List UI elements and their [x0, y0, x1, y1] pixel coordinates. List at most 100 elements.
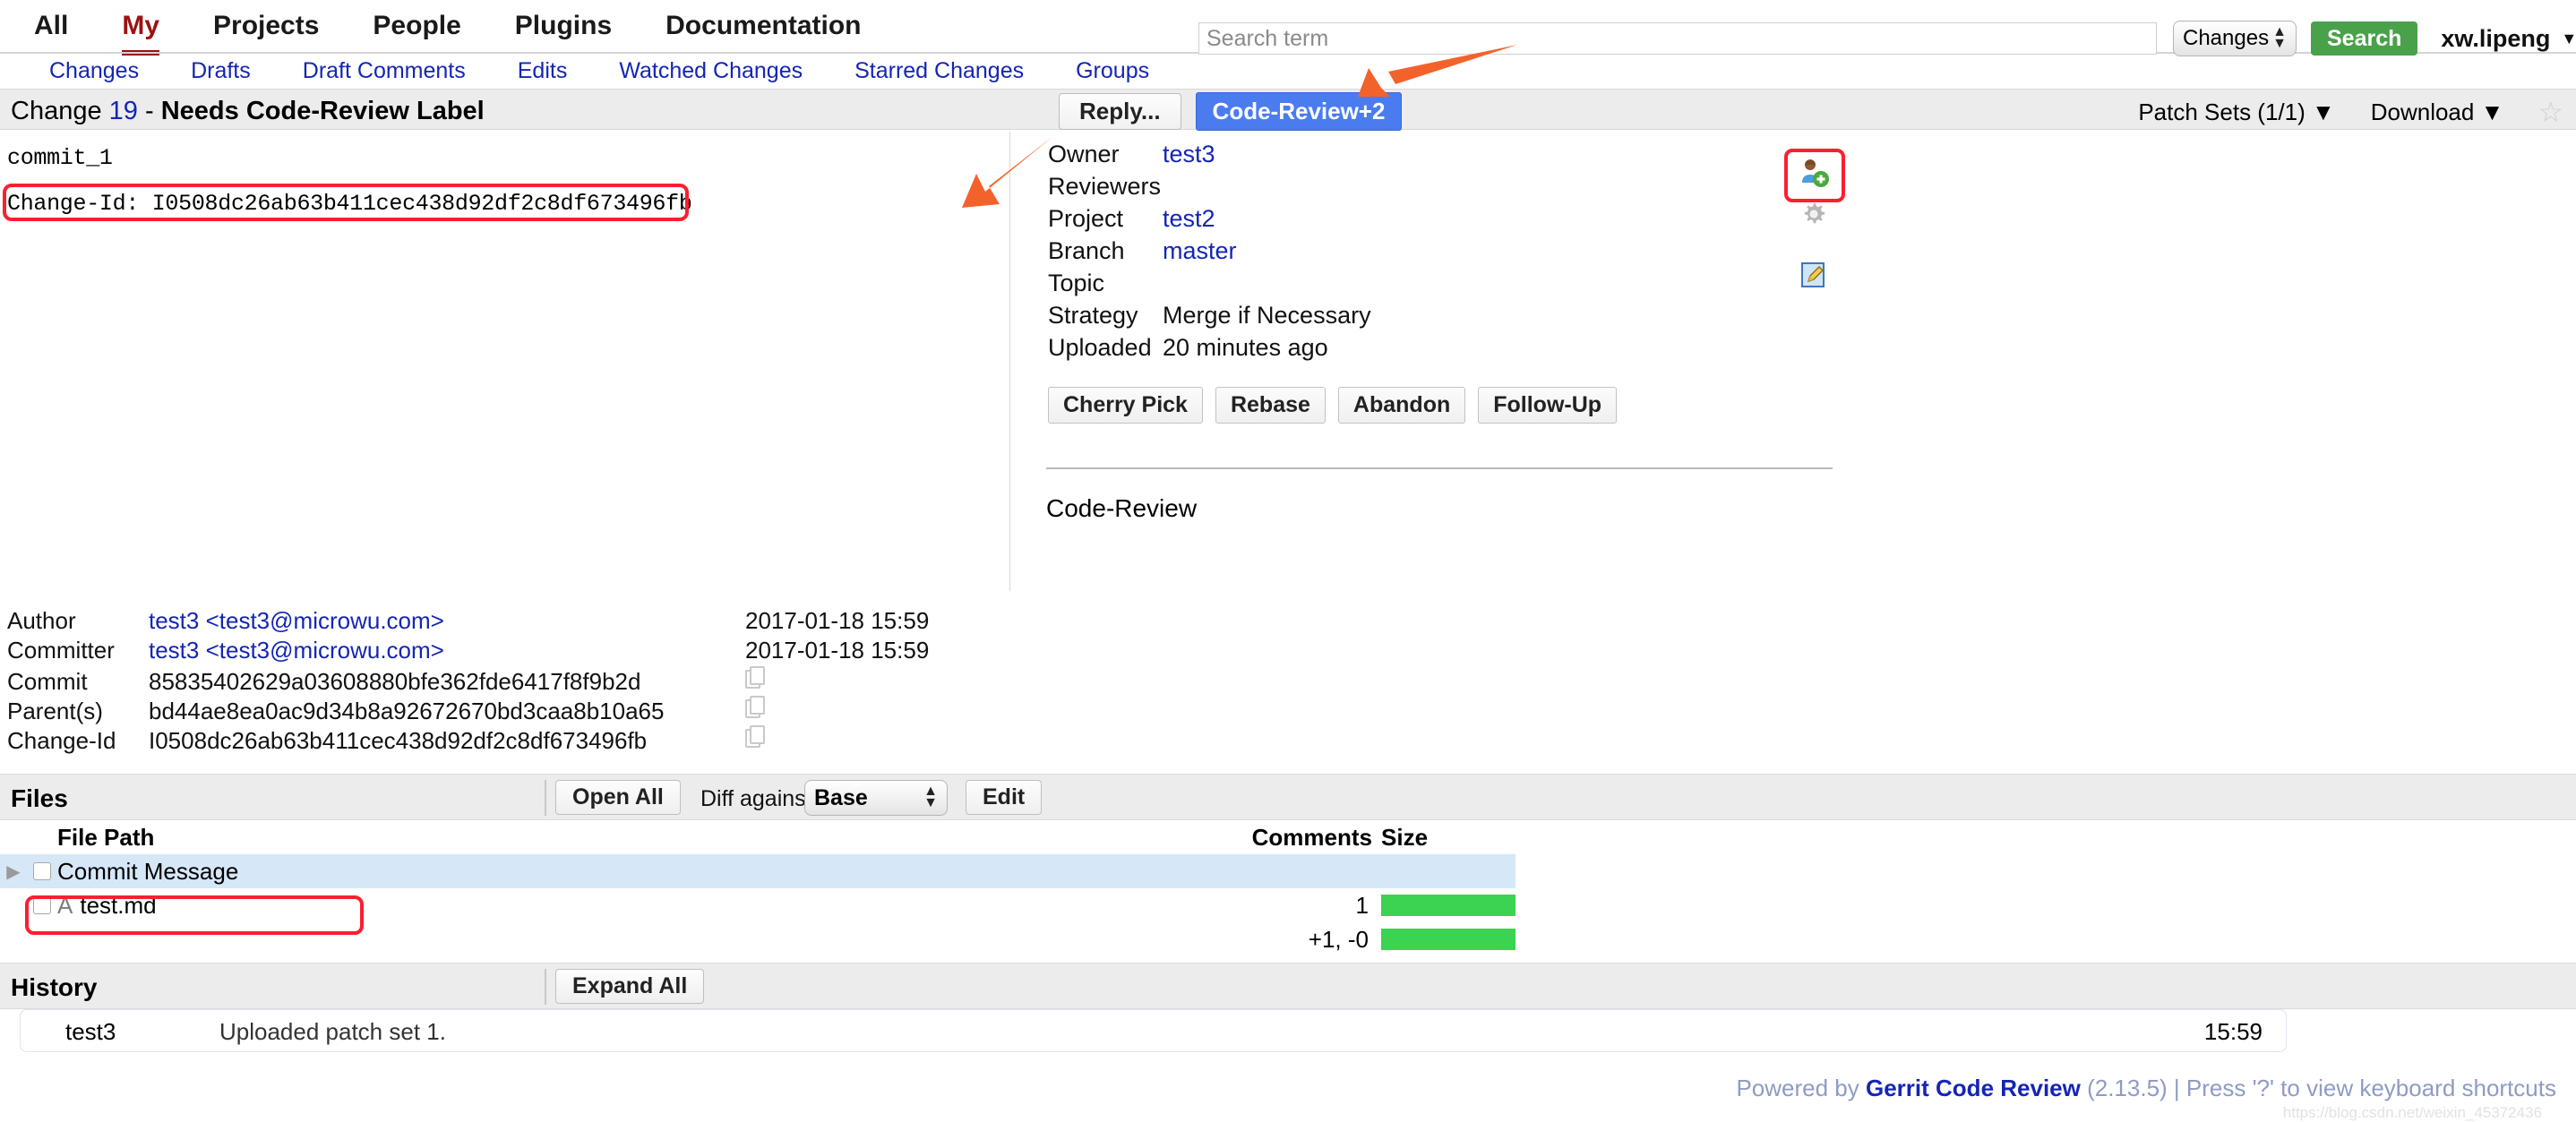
commit-message-panel: commit_1 Change-Id: I0508dc26ab63b411cec…: [0, 132, 1010, 591]
gear-icon[interactable]: [1793, 193, 1834, 235]
history-header-divider: [545, 969, 546, 1005]
commit-message-subject: commit_1: [7, 145, 113, 171]
file-name: test.md: [80, 892, 156, 919]
abandon-button[interactable]: Abandon: [1338, 387, 1465, 424]
metadata-label: Uploaded: [1048, 334, 1163, 362]
metadata-divider: [1046, 467, 1833, 469]
row-checkbox[interactable]: [33, 896, 51, 914]
menu-item-plugins[interactable]: Plugins: [515, 11, 612, 45]
change-action-buttons: Cherry Pick Rebase Abandon Follow-Up: [1048, 387, 1629, 424]
copy-icon[interactable]: [745, 696, 765, 719]
column-comments: Comments: [1220, 824, 1372, 852]
change-header-bar: Change 19 - Needs Code-Review Label Repl…: [0, 89, 2576, 130]
metadata-row-branch: Branchmaster: [1048, 237, 1371, 270]
sub-navigation: Changes Drafts Draft Comments Edits Watched …: [0, 56, 1201, 87]
row-checkbox-cell: [27, 896, 57, 914]
files-header-divider: [545, 780, 546, 816]
open-all-button[interactable]: Open All: [555, 780, 681, 815]
user-menu[interactable]: xw.lipeng ▼: [2441, 25, 2576, 53]
edit-icon[interactable]: [1793, 254, 1834, 295]
change-metadata-table: Ownertest3ReviewersProjecttest2 Branchmas…: [1048, 141, 1371, 366]
commit-info-label: Commit: [7, 668, 149, 696]
metadata-value: Merge if Necessary: [1163, 302, 1371, 330]
rebase-button[interactable]: Rebase: [1215, 387, 1326, 424]
diff-against-select[interactable]: Base ▲▼: [804, 780, 948, 816]
metadata-row-uploaded: Uploaded20 minutes ago: [1048, 334, 1371, 366]
subnav-item-starred-changes[interactable]: Starred Changes: [854, 58, 1024, 84]
commit-author-info: Authortest3 <test3@microwu.com>2017-01-1…: [7, 607, 929, 755]
menu-item-projects[interactable]: Projects: [213, 11, 319, 45]
menu-item-all[interactable]: All: [34, 11, 68, 45]
search-button[interactable]: Search: [2311, 21, 2417, 56]
menu-item-people[interactable]: People: [373, 11, 460, 45]
files-total-size-cell: [1381, 929, 1516, 950]
page-title: Change 19 - Needs Code-Review Label: [11, 97, 485, 126]
change-actions: Reply... Code-Review+2: [1059, 92, 1402, 131]
commit-info-value[interactable]: test3 <test3@microwu.com>: [149, 607, 745, 635]
metadata-value[interactable]: test2: [1163, 205, 1215, 233]
search-scope-select[interactable]: Changes ▲▼: [2173, 21, 2297, 56]
change-number[interactable]: 19: [109, 97, 138, 125]
metadata-row-topic: Topic: [1048, 270, 1371, 302]
code-review-plus-2-button[interactable]: Code-Review+2: [1196, 92, 1403, 131]
gerrit-link[interactable]: Gerrit Code Review: [1866, 1075, 2081, 1101]
star-icon[interactable]: ☆: [2537, 98, 2563, 126]
cherry-pick-button[interactable]: Cherry Pick: [1048, 387, 1203, 424]
reply-button[interactable]: Reply...: [1059, 93, 1181, 130]
commit-info-label: Parent(s): [7, 698, 149, 725]
download-dropdown[interactable]: Download ▼: [2371, 98, 2504, 126]
footer: Powered by Gerrit Code Review (2.13.5) |…: [1736, 1075, 2556, 1102]
subnav-item-edits[interactable]: Edits: [518, 58, 568, 84]
menu-item-documentation[interactable]: Documentation: [665, 11, 861, 45]
column-size: Size: [1372, 824, 1516, 852]
file-path-cell[interactable]: Atest.md: [57, 892, 1216, 920]
metadata-row-reviewers: Reviewers: [1048, 173, 1371, 205]
commit-info-row: Authortest3 <test3@microwu.com>2017-01-1…: [7, 607, 929, 637]
search-input[interactable]: [1198, 22, 2157, 55]
copy-icon[interactable]: [745, 725, 765, 749]
subnav-item-draft-comments[interactable]: Draft Comments: [303, 58, 466, 84]
row-checkbox[interactable]: [33, 862, 51, 880]
commit-info-value: I0508dc26ab63b411cec438d92df2c8df673496f…: [149, 727, 745, 755]
commit-info-date: 2017-01-18 15:59: [745, 637, 929, 664]
subnav-item-watched-changes[interactable]: Watched Changes: [619, 58, 803, 84]
subnav-item-drafts[interactable]: Drafts: [191, 58, 251, 84]
copy-icon[interactable]: [745, 666, 765, 689]
metadata-value[interactable]: master: [1163, 237, 1237, 265]
history-time: 15:59: [2204, 1018, 2263, 1046]
commit-info-label: Committer: [7, 637, 149, 664]
commit-info-value: bd44ae8ea0ac9d34b8a92672670bd3caa8b10a65: [149, 698, 745, 725]
metadata-label: Project: [1048, 205, 1163, 233]
chevron-updown-icon: ▲▼: [923, 786, 938, 809]
expand-all-button[interactable]: Expand All: [555, 969, 704, 1004]
edit-button[interactable]: Edit: [966, 780, 1042, 815]
watermark: https://blog.csdn.net/weixin_45372436: [2283, 1104, 2542, 1122]
subnav-item-groups[interactable]: Groups: [1076, 58, 1149, 84]
metadata-row-owner: Ownertest3: [1048, 141, 1371, 173]
metadata-value[interactable]: test3: [1163, 141, 1215, 168]
file-path-cell[interactable]: Commit Message: [57, 858, 1216, 886]
table-row[interactable]: Atest.md1: [0, 888, 1516, 922]
subnav-item-changes[interactable]: Changes: [49, 58, 139, 84]
chevron-updown-icon: ▲▼: [2272, 27, 2287, 50]
search-scope-value: Changes: [2183, 26, 2269, 51]
commit-info-row: Change-IdI0508dc26ab63b411cec438d92df2c8…: [7, 725, 929, 755]
size-bar: [1381, 895, 1516, 916]
files-table: File Path Comments Size ▶Commit MessageA…: [0, 820, 1516, 956]
commit-info-label: Author: [7, 607, 149, 635]
menu-item-my[interactable]: My: [122, 11, 159, 45]
history-entry-row[interactable]: test3 Uploaded patch set 1. 15:59: [20, 1009, 2287, 1052]
commit-info-value[interactable]: test3 <test3@microwu.com>: [149, 637, 745, 664]
files-section-header: Files Open All Diff against: Base ▲▼ Edi…: [0, 774, 2576, 820]
history-message: Uploaded patch set 1.: [219, 1018, 446, 1046]
patch-sets-dropdown[interactable]: Patch Sets (1/1) ▼: [2138, 98, 2334, 126]
add-reviewer-icon[interactable]: [1793, 152, 1834, 193]
follow-up-button[interactable]: Follow-Up: [1478, 387, 1617, 424]
files-total-diff-stat: +1, -0: [1216, 926, 1381, 954]
file-size-cell: [1381, 895, 1516, 916]
change-header-right: Patch Sets (1/1) ▼ Download ▼ ☆: [2102, 98, 2563, 126]
expand-triangle-icon[interactable]: ▶: [0, 861, 27, 883]
user-name: xw.lipeng: [2441, 25, 2550, 53]
table-row[interactable]: ▶ Commit Message: [0, 854, 1516, 888]
top-navigation-bar: AllMyProjectsPeoplePluginsDocumentation …: [0, 0, 2576, 87]
